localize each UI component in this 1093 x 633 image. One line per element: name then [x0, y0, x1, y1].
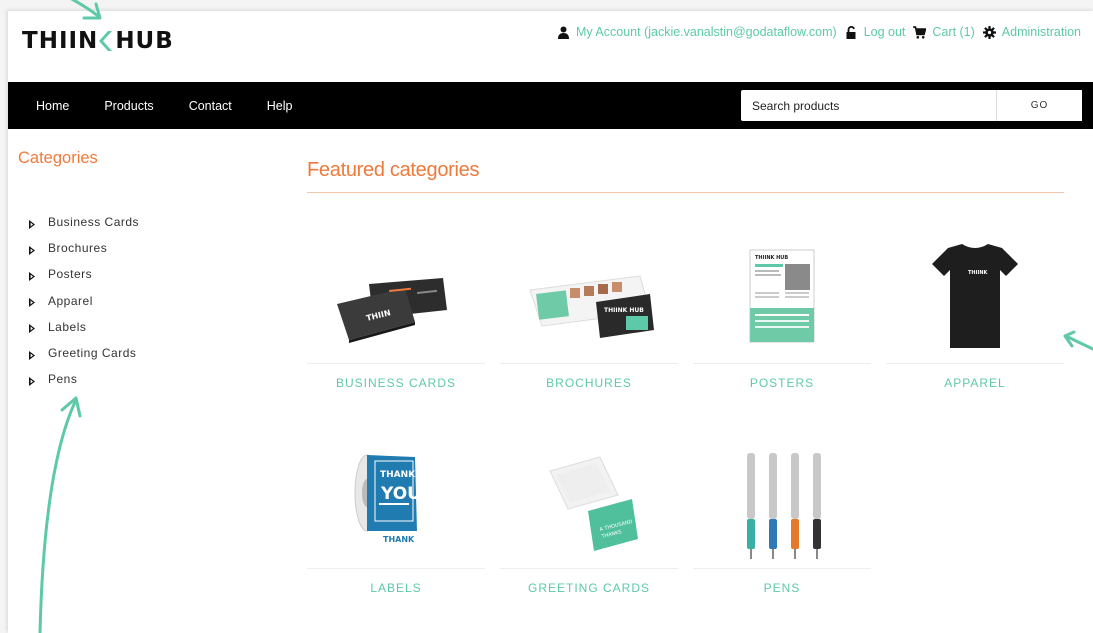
category-card-labels[interactable]: THANK YOU THANK LABELS — [307, 447, 485, 595]
category-card-label: POSTERS — [749, 376, 815, 390]
category-item-brochures[interactable]: Brochures — [28, 235, 139, 261]
nav-item-help[interactable]: Help — [267, 99, 293, 113]
play-bullet-icon — [28, 244, 36, 255]
category-label: Business Cards — [48, 215, 140, 230]
category-label: Apparel — [48, 293, 93, 308]
play-bullet-icon — [28, 270, 36, 281]
nav-item-home[interactable]: Home — [36, 99, 69, 113]
account-links: My Account (jackie.vanalstin@godataflow.… — [557, 25, 1081, 39]
logout-label: Log out — [863, 25, 906, 39]
category-label: Pens — [48, 372, 78, 387]
play-bullet-icon — [28, 218, 36, 229]
category-item-greeting-cards[interactable]: Greeting Cards — [28, 340, 139, 366]
search-bar: GO — [741, 90, 1082, 121]
logo-text-left: THIIN — [22, 28, 99, 54]
category-item-apparel[interactable]: Apparel — [28, 288, 139, 314]
svg-text:THANK: THANK — [383, 535, 415, 544]
category-card-label: GREETING CARDS — [527, 581, 650, 595]
greeting-cards-image: A THOUSAND THANKS — [500, 447, 678, 569]
administration-link[interactable]: Administration — [982, 25, 1081, 39]
category-item-posters[interactable]: Posters — [28, 261, 139, 287]
category-card-greeting-cards[interactable]: A THOUSAND THANKS GREETING CARDS — [500, 447, 678, 595]
search-input[interactable] — [741, 90, 996, 121]
brochures-image: THIINK HUB — [500, 242, 678, 364]
category-label: Brochures — [48, 241, 108, 256]
unlock-icon — [845, 25, 859, 39]
user-icon — [557, 26, 571, 39]
category-card-posters[interactable]: THIINK HUB POSTERS — [693, 242, 871, 390]
search-go-button[interactable]: GO — [996, 90, 1082, 121]
category-list: Business Cards Brochures Posters Apparel… — [28, 209, 139, 392]
site-logo[interactable]: THIIN HUB — [22, 28, 174, 54]
store-page: THIIN HUB My Account (jackie.vanalstin@g… — [8, 11, 1093, 633]
svg-text:THIINK HUB: THIINK HUB — [755, 255, 788, 261]
category-label: Greeting Cards — [48, 346, 137, 361]
nav-item-products[interactable]: Products — [104, 99, 153, 113]
play-bullet-icon — [28, 322, 36, 334]
category-item-business-cards[interactable]: Business Cards — [28, 209, 139, 235]
play-bullet-icon — [28, 349, 36, 360]
logo-mark-icon — [99, 28, 114, 54]
featured-divider — [307, 192, 1064, 193]
cart-link[interactable]: Cart (1) — [913, 25, 975, 39]
nav-item-contact[interactable]: Contact — [189, 99, 232, 113]
category-card-apparel[interactable]: THIINK APPAREL — [886, 242, 1064, 390]
posters-image: THIINK HUB — [693, 242, 871, 364]
gear-icon — [982, 25, 997, 39]
labels-image: THANK YOU THANK — [307, 447, 485, 569]
category-card-label: BUSINESS CARDS — [335, 376, 457, 390]
category-card-business-cards[interactable]: THIIN BUSINESS CARDS — [307, 242, 485, 390]
play-bullet-icon — [28, 296, 36, 308]
categories-heading: Categories — [18, 149, 98, 167]
featured-heading: Featured categories — [307, 159, 480, 181]
apparel-image: THIINK — [886, 242, 1064, 364]
category-label: Labels — [48, 319, 87, 334]
category-card-brochures[interactable]: THIINK HUB BROCHURES — [500, 242, 678, 390]
pens-image — [693, 447, 871, 569]
category-card-label: APPAREL — [944, 376, 1006, 390]
my-account-link[interactable]: My Account (jackie.vanalstin@godataflow.… — [557, 25, 837, 39]
svg-text:THIINK HUB: THIINK HUB — [604, 307, 644, 314]
cart-label: Cart (1) — [932, 25, 975, 39]
logo-text-right: HUB — [115, 28, 174, 54]
logout-link[interactable]: Log out — [845, 25, 906, 39]
category-item-pens[interactable]: Pens — [28, 366, 139, 392]
play-bullet-icon — [28, 375, 36, 386]
svg-text:YOU: YOU — [380, 484, 421, 504]
business-cards-image: THIIN — [307, 242, 485, 364]
category-item-labels[interactable]: Labels — [28, 314, 139, 340]
category-label: Posters — [48, 267, 93, 282]
cart-icon — [913, 25, 927, 39]
nav-menu: Home Products Contact Help — [36, 82, 328, 129]
category-card-label: PENS — [763, 581, 801, 595]
category-card-pens[interactable]: PENS — [693, 447, 871, 595]
my-account-label: My Account (jackie.vanalstin@godataflow.… — [575, 25, 837, 39]
category-card-label: LABELS — [370, 581, 422, 595]
svg-text:THANK: THANK — [380, 470, 416, 480]
main-navbar: Home Products Contact Help GO — [8, 82, 1093, 129]
administration-label: Administration — [1001, 25, 1081, 39]
category-card-label: BROCHURES — [546, 376, 632, 390]
svg-text:THIINK: THIINK — [968, 270, 989, 276]
